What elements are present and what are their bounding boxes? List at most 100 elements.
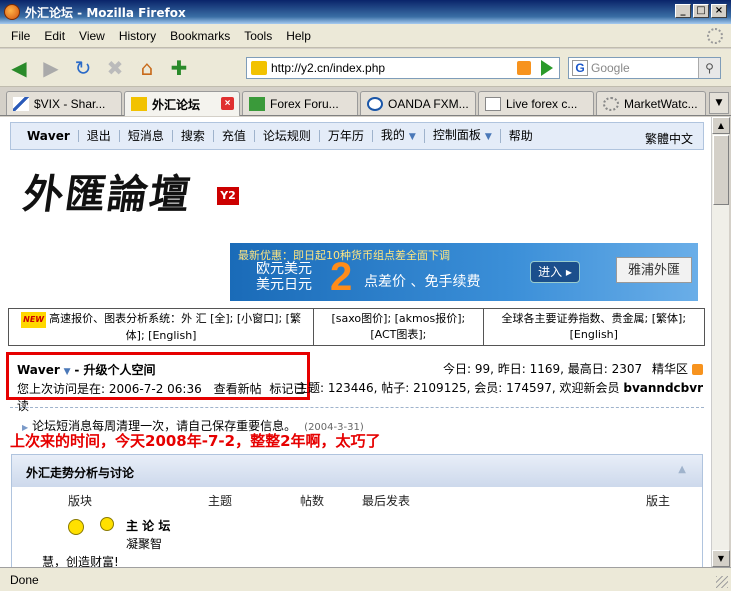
quotes-cell-indices[interactable]: 全球各主要证券指数、贵金属; [繁体]; [English] [484,309,704,345]
digest-link[interactable]: 精华区 [652,362,688,376]
forum-section: 外汇走势分析与讨论 ▲ 版块 主题 帖数 最后发表 版主 主 论 坛 凝聚智 慧… [11,454,703,567]
nav-calendar[interactable]: 万年历 [320,130,373,142]
grid-icon [249,96,265,111]
status-bar: Done [0,567,731,591]
oanda-icon [367,96,383,111]
banner-spread-number: 2 [330,255,353,299]
add-bookmark-icon[interactable]: ✚ [166,55,192,81]
user-name[interactable]: Waver [17,363,60,377]
reload-button[interactable]: ↻ [70,55,96,81]
forward-button[interactable]: ▶ [38,55,64,81]
tab-oanda[interactable]: OANDA FXM... [360,91,476,115]
search-engine-icon[interactable]: G [572,60,588,76]
scroll-up-icon[interactable]: ▲ [712,117,730,134]
window-title: 外汇论坛 - Mozilla Firefox [25,5,186,20]
menu-file[interactable]: File [4,29,37,43]
resize-grip-icon[interactable] [716,576,728,588]
nav-recharge[interactable]: 充值 [214,130,255,142]
nav-logout[interactable]: 退出 [79,130,120,142]
tab-live-forex[interactable]: Live forex c... [478,91,594,115]
home-icon[interactable]: ⌂ [134,55,160,81]
user-panel: Waver ▼ - 升级个人空间 您上次访问是在: 2006-7-2 06:36… [6,352,310,413]
divider [10,407,704,408]
col-moderator: 版主 [646,494,671,508]
newest-member-link[interactable]: bvanndcbvr [623,381,703,395]
menu-edit[interactable]: Edit [37,29,72,43]
banner-enter-button[interactable]: 进入 ▸ [530,261,580,283]
page-icon [485,96,501,111]
back-button[interactable]: ◀ [6,55,32,81]
rss-feed-icon[interactable] [517,61,531,75]
search-icon[interactable]: ⚲ [698,58,720,78]
new-badge: NEW [21,312,47,328]
nav-user[interactable]: Waver [11,130,79,142]
tab-list-chevron-down-icon[interactable]: ▼ [709,92,729,114]
collapse-icon[interactable]: ▲ [678,464,686,475]
upgrade-space-link[interactable]: - 升级个人空间 [74,363,155,377]
loading-icon [603,96,619,111]
col-board: 版块 [68,494,93,508]
navigation-toolbar: ◀ ▶ ↻ ✖ ⌂ ✚ http://y2.cn/index.php G Goo… [0,49,731,87]
menu-history[interactable]: History [112,29,163,43]
url-text: http://y2.cn/index.php [271,61,386,75]
tab-bar: $VIX - Shar... 外汇论坛 × Forex Foru... OAND… [0,88,731,116]
smiley-thinking-icon [100,517,114,531]
section-header[interactable]: 外汇走势分析与讨论 ▲ [12,455,702,487]
menu-help[interactable]: Help [279,29,318,43]
forum-name-link[interactable]: 主 论 坛 [126,517,170,534]
tab-forex-forum-2[interactable]: Forex Foru... [242,91,358,115]
stop-button[interactable]: ✖ [102,55,128,81]
scroll-thumb[interactable] [713,135,729,205]
search-bar[interactable]: G Google ⚲ [568,57,721,79]
close-tab-icon[interactable]: × [221,97,234,110]
col-posts: 帖数 [300,494,325,508]
url-bar[interactable]: http://y2.cn/index.php [246,57,560,79]
view-new-posts-link[interactable]: 查看新帖 [214,382,262,396]
banner-offer: 点差价 、免手续费 [364,274,481,290]
forum-stats: 今日: 99, 昨日: 1169, 最高日: 2307 精华区 主题: 1234… [296,360,703,398]
ad-banner[interactable]: 最新优惠：即日起10种货币组点差全面下调 欧元美元 美元日元 2 点差价 、免手续… [230,243,698,301]
quotes-cell-saxo[interactable]: [saxo图价]; [akmos报价]; [ACT图表]; [314,309,484,345]
search-placeholder: Google [591,61,630,75]
scroll-down-icon[interactable]: ▼ [712,550,730,567]
close-button[interactable]: × [711,4,727,18]
forum-description: 凝聚智 [126,537,163,551]
menu-bar: File Edit View History Bookmarks Tools H… [0,24,731,48]
minimize-button[interactable]: _ [675,4,691,18]
forum-top-nav: Waver 退出 短消息 搜索 充值 论坛规则 万年历 我的 ▼ 控制面板 ▼ 帮助… [10,122,704,150]
smiley-icon [68,519,84,535]
tab-marketwatch[interactable]: MarketWatc... [596,91,706,115]
menu-tools[interactable]: Tools [237,29,279,43]
menu-bookmarks[interactable]: Bookmarks [163,29,237,43]
menu-view[interactable]: View [72,29,112,43]
last-visit-text: 您上次访问是在: 2006-7-2 06:36 [17,382,202,396]
nav-rules[interactable]: 论坛规则 [255,130,320,142]
nav-my[interactable]: 我的 ▼ [373,129,425,143]
rss-icon[interactable] [692,364,703,375]
nav-messages[interactable]: 短消息 [120,130,173,142]
col-last-post: 最后发表 [362,494,411,508]
quotes-cell-forex[interactable]: NEW 高速报价、图表分析系统：外 汇 [全]; [小窗口]; [繁体]; [En… [9,309,315,345]
chevron-down-icon[interactable]: ▼ [64,367,71,377]
forum-description-cont: 慧，创造财富! [42,555,119,567]
go-icon[interactable] [541,60,553,76]
logo-badge: Y2 [217,187,239,205]
page-content: Waver 退出 短消息 搜索 充值 论坛规则 万年历 我的 ▼ 控制面板 ▼ 帮助… [0,117,711,567]
tab-forex-forum[interactable]: 外汇论坛 × [124,91,240,116]
maximize-button[interactable]: □ [693,4,709,18]
vertical-scrollbar[interactable]: ▲ ▼ [711,117,730,567]
tab-vix[interactable]: $VIX - Shar... [6,91,122,115]
nav-traditional-chinese[interactable]: 繁體中文 [645,130,693,147]
nav-control-panel[interactable]: 控制面板 ▼ [425,129,501,143]
red-annotation: 上次来的时间，今天2008年-7-2，整整2年啊，太巧了 [10,432,381,450]
stats-totals: 主题: 123446, 帖子: 2109125, 会员: 174597, 欢迎新… [296,381,620,395]
chevron-down-icon: ▼ [408,132,416,142]
nav-search[interactable]: 搜索 [173,130,214,142]
firefox-icon [4,4,20,20]
section-title: 外汇走势分析与讨论 [26,466,135,480]
site-logo[interactable]: 外匯論壇 [20,162,196,220]
banner-pairs: 欧元美元 美元日元 [256,261,312,293]
chevron-down-icon: ▼ [484,132,492,142]
nav-help[interactable]: 帮助 [501,130,541,142]
banner-brand-logo: 雅浦外匯 [616,257,692,283]
